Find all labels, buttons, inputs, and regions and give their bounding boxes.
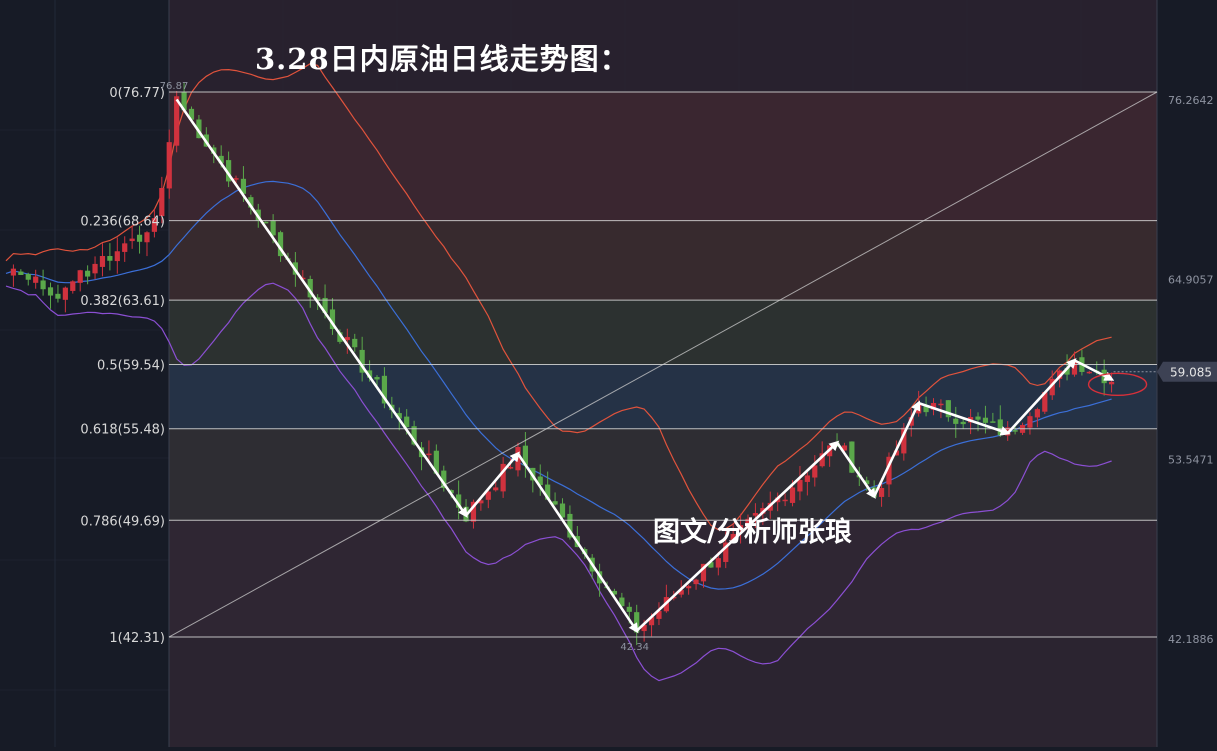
candle-body xyxy=(77,270,83,283)
chart-canvas: 0(76.77) 0.236(68.64) 0.382(63.61) 0.5(59.5… xyxy=(0,0,1217,747)
candle-body xyxy=(693,579,699,585)
candle-body xyxy=(129,238,135,242)
y-axis-tick-label: 42.1886 xyxy=(1168,633,1214,646)
candle-body xyxy=(990,421,996,423)
candle-body xyxy=(40,280,46,290)
candle-body xyxy=(33,276,39,283)
candle-body xyxy=(92,263,98,274)
candle-body xyxy=(804,475,810,482)
candle-body xyxy=(99,256,106,267)
y-axis-tick-label: 64.9057 xyxy=(1168,274,1214,287)
candle-body xyxy=(982,417,989,423)
candle-body xyxy=(352,338,358,348)
y-axis-tick-label: 76.2642 xyxy=(1168,94,1214,107)
candle-body xyxy=(1108,381,1115,385)
fib-zone xyxy=(169,220,1157,301)
chart-title: 3.28日内原油日线走势图： xyxy=(255,42,630,76)
candle-body xyxy=(55,293,61,299)
oil-daily-chart: 0(76.77) 0.236(68.64) 0.382(63.61) 0.5(59.5… xyxy=(0,0,1217,747)
candle-body xyxy=(789,487,796,503)
fib-level-label: 0.786(49.69) xyxy=(80,514,165,529)
candle-body xyxy=(114,251,120,262)
fib-zone xyxy=(169,428,1157,521)
candle-body xyxy=(493,487,499,491)
candle-body xyxy=(686,586,692,589)
candle-body xyxy=(797,479,803,492)
y-axis-tick-label: 53.5471 xyxy=(1168,453,1214,466)
candle-body xyxy=(878,487,885,497)
candle-body xyxy=(25,274,31,280)
candle-body xyxy=(62,287,68,300)
candle-body xyxy=(1086,371,1092,374)
candle-body xyxy=(374,377,380,380)
current-price-label: 59.085 xyxy=(1170,366,1212,380)
fib-level-label: 0.618(55.48) xyxy=(80,423,165,438)
candle-body xyxy=(938,403,944,406)
candle-body xyxy=(10,268,17,276)
fib-zone xyxy=(169,364,1157,429)
candle-body xyxy=(159,187,165,217)
candle-body xyxy=(715,558,721,568)
candle-body xyxy=(626,606,632,612)
fib-level-label: 1(42.31) xyxy=(109,631,165,646)
candle-body xyxy=(997,419,1003,436)
fib-level-label: 0.382(63.61) xyxy=(80,294,165,309)
candle-body xyxy=(144,232,150,243)
fib-level-label: 0.236(68.64) xyxy=(80,215,165,230)
candle-body xyxy=(18,271,24,275)
candle-body xyxy=(47,287,54,296)
candle-body xyxy=(953,418,959,424)
candle-body xyxy=(782,499,788,502)
fib-level-label: 0.5(59.54) xyxy=(97,359,165,374)
candle-body xyxy=(344,337,350,341)
candle-body xyxy=(1027,416,1033,428)
fib-zone xyxy=(169,637,1157,747)
candle-body xyxy=(1012,430,1018,432)
fibonacci-zones xyxy=(168,0,1158,747)
swing-low-label: 42.34 xyxy=(620,642,649,653)
candle-body xyxy=(1034,409,1040,418)
swing-high-label: 76.87 xyxy=(160,81,189,92)
candle-body xyxy=(85,270,91,277)
candle-body xyxy=(426,453,432,456)
fib-level-label: 0(76.77) xyxy=(109,86,165,101)
candle-body xyxy=(233,178,239,180)
author-credit: 图文/分析师张琅 xyxy=(653,517,852,548)
candle-body xyxy=(122,243,128,252)
candle-body xyxy=(70,281,76,291)
candle-body xyxy=(136,234,143,242)
candle-body xyxy=(166,142,172,189)
candle-body xyxy=(975,416,981,420)
candle-body xyxy=(107,256,113,261)
candle-body xyxy=(960,421,966,425)
candle-body xyxy=(812,465,818,478)
candle-body xyxy=(270,220,276,236)
candle-body xyxy=(507,467,514,469)
